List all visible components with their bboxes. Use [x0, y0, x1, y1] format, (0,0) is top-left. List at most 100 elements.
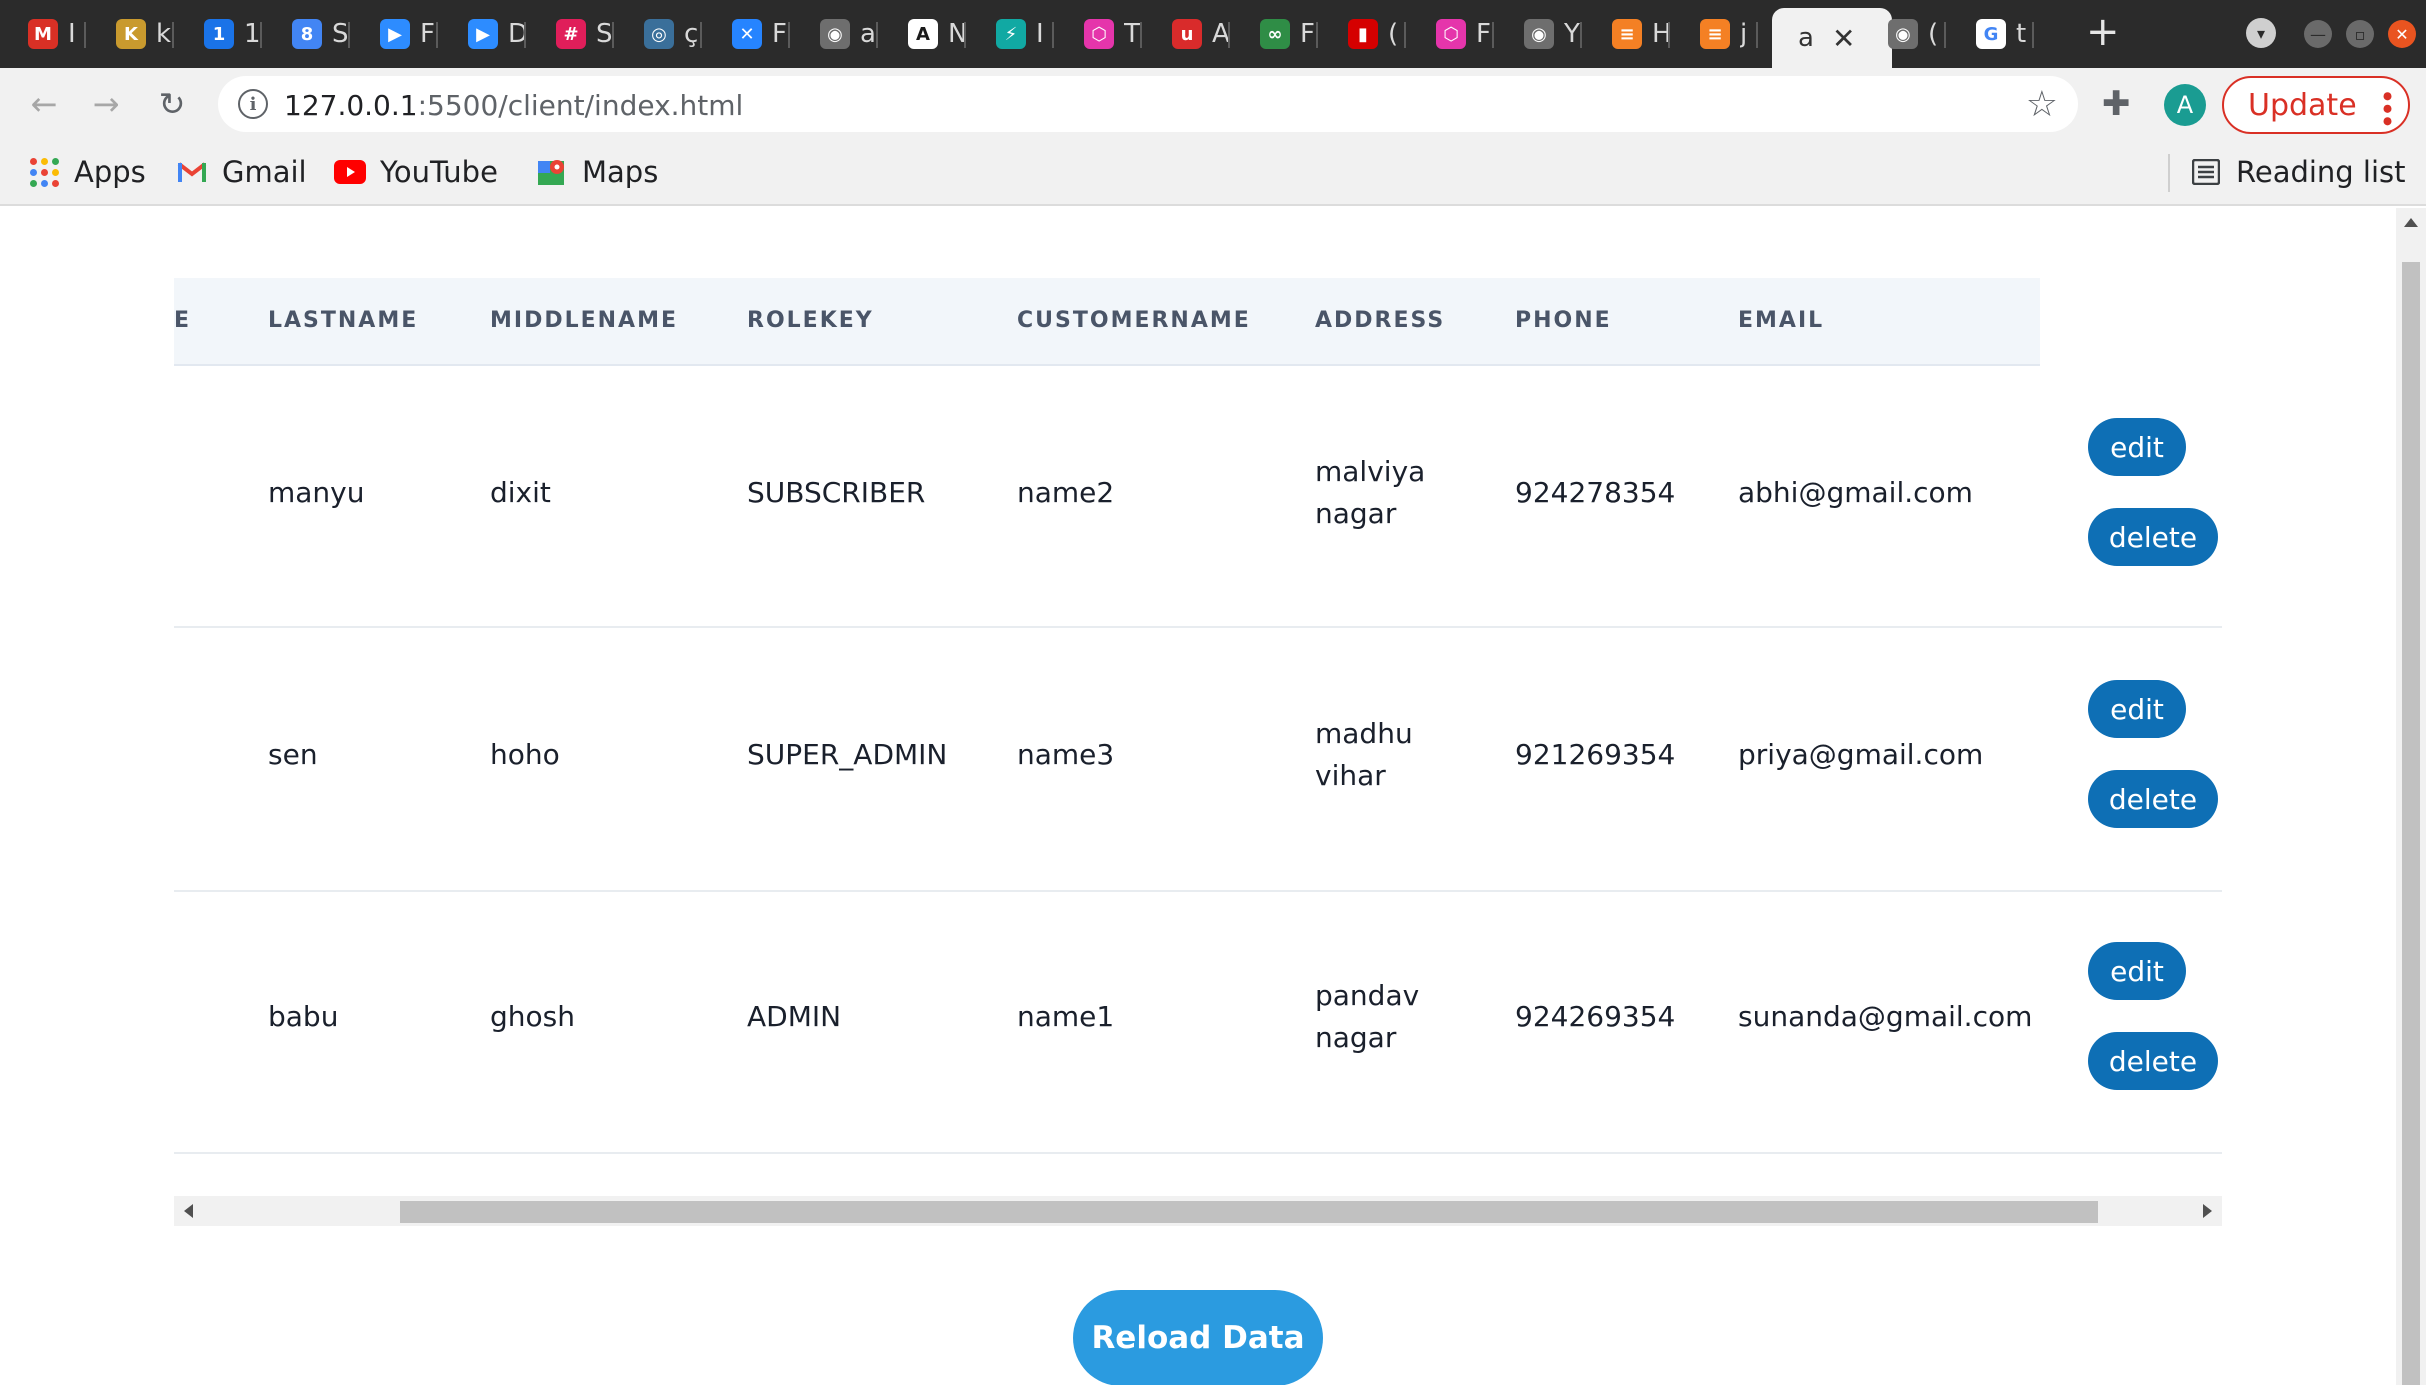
tab-separator	[84, 22, 86, 48]
tab-separator	[1228, 22, 1230, 48]
bookmark-youtube[interactable]: YouTube	[334, 150, 498, 194]
browser-tab[interactable]: ▶ F	[380, 10, 438, 58]
reading-list-label: Reading list	[2236, 155, 2406, 189]
tab-separator	[1404, 22, 1406, 48]
edit-button[interactable]: edit	[2088, 418, 2186, 476]
table-row: babu ghosh ADMIN name1 pandav nagar 9242…	[174, 892, 2222, 1154]
tab-separator	[1944, 22, 1946, 48]
header-middlename: MIDDLENAME	[490, 308, 679, 333]
cell-email: sunanda@gmail.com	[1738, 1000, 2033, 1033]
browser-tab[interactable]: ◉ a	[820, 10, 878, 58]
browser-tab[interactable]: ∞ F	[1260, 10, 1318, 58]
vertical-scroll-thumb[interactable]	[2402, 262, 2420, 1385]
browser-tab[interactable]: 8S	[292, 10, 350, 58]
tab-separator	[1580, 22, 1582, 48]
bookmark-gmail[interactable]: Gmail	[176, 150, 307, 194]
url-host: 127.0.0.1	[284, 89, 418, 122]
new-tab-plus-icon[interactable]: +	[2086, 12, 2120, 52]
gmail-icon	[176, 156, 208, 188]
tab-title: I	[1036, 19, 1044, 49]
bookmark-apps[interactable]: Apps	[28, 150, 146, 194]
minimize-icon[interactable]: —	[2304, 20, 2332, 48]
stackoverflow-icon: ≡	[1612, 19, 1642, 49]
delete-button[interactable]: delete	[2088, 508, 2218, 566]
tab-separator	[1316, 22, 1318, 48]
cell-email: priya@gmail.com	[1738, 738, 1984, 771]
browser-tab[interactable]: ✕ F	[732, 10, 790, 58]
tab-title: S	[596, 19, 612, 49]
tab-separator	[1140, 22, 1142, 48]
xplane-icon: ✕	[732, 19, 762, 49]
vertical-scrollbar[interactable]	[2396, 208, 2426, 1385]
reading-list-button[interactable]: Reading list	[2190, 150, 2406, 194]
profile-avatar[interactable]: A	[2164, 84, 2206, 126]
delete-button[interactable]: delete	[2088, 1032, 2218, 1090]
cell-phone: 924269354	[1515, 1000, 1676, 1033]
stackoverflow-icon: ≡	[1700, 19, 1730, 49]
cell-customername: name3	[1017, 738, 1115, 771]
tab-separator	[612, 22, 614, 48]
horizontal-scroll-thumb[interactable]	[400, 1201, 2098, 1223]
browser-tab[interactable]: # S	[556, 10, 614, 58]
reload-data-button[interactable]: Reload Data	[1073, 1290, 1323, 1385]
cell-middlename: dixit	[490, 476, 551, 509]
scroll-left-arrow-icon[interactable]	[184, 1204, 193, 1218]
tab-title: A	[1212, 19, 1228, 49]
browser-tab[interactable]: ≡ j	[1700, 10, 1758, 58]
forward-icon[interactable]: →	[84, 82, 128, 126]
scroll-right-arrow-icon[interactable]	[2203, 1204, 2212, 1218]
bookmark-youtube-label: YouTube	[380, 155, 498, 189]
browser-tab[interactable]: ◉(	[1888, 10, 1946, 58]
table-row: sen hoho SUPER_ADMIN name3 madhu vihar 9…	[174, 630, 2222, 892]
browser-tab[interactable]: ◉ Y	[1524, 10, 1582, 58]
browser-tab[interactable]: Gt	[1976, 10, 2034, 58]
maximize-icon[interactable]: ▫	[2346, 20, 2374, 48]
scroll-up-arrow-icon[interactable]	[2404, 218, 2418, 227]
gfg-icon: ∞	[1260, 19, 1290, 49]
angular-icon: A	[908, 19, 938, 49]
url-text[interactable]: 127.0.0.1:5500/client/index.html	[284, 89, 743, 122]
browser-tab[interactable]: a ✕	[1772, 8, 1892, 68]
browser-tab[interactable]: 11	[204, 10, 262, 58]
horizontal-scrollbar[interactable]	[174, 1196, 2222, 1226]
browser-tab[interactable]: ◎ ç	[644, 10, 702, 58]
browser-tab[interactable]: AN	[908, 10, 966, 58]
tab-close-icon[interactable]: ✕	[1832, 22, 1855, 55]
browser-tab[interactable]: ▶ D	[468, 10, 526, 58]
extensions-puzzle-icon[interactable]: ✚	[2102, 84, 2131, 124]
tab-separator	[964, 22, 966, 48]
globe-icon: ◎	[644, 19, 674, 49]
slack-icon: #	[556, 19, 586, 49]
tab-title: I	[68, 19, 76, 49]
cell-phone: 924278354	[1515, 476, 1676, 509]
cell-lastname: manyu	[268, 476, 365, 509]
browser-tab[interactable]: ⬡ F	[1436, 10, 1494, 58]
tab-title: F	[420, 19, 435, 49]
browser-tab[interactable]: ≡ H	[1612, 10, 1670, 58]
site-info-icon[interactable]: i	[238, 89, 268, 119]
cell-email: abhi@gmail.com	[1738, 476, 1973, 509]
edit-button[interactable]: edit	[2088, 942, 2186, 1000]
browser-tab[interactable]: ▮(	[1348, 10, 1406, 58]
bolt-icon: ⚡	[996, 19, 1026, 49]
bookmark-maps[interactable]: Maps	[536, 150, 658, 194]
edit-button[interactable]: edit	[2088, 680, 2186, 738]
back-icon[interactable]: ←	[22, 82, 66, 126]
browser-tab[interactable]: uA	[1172, 10, 1230, 58]
window-close-icon[interactable]: ✕	[2388, 20, 2416, 48]
tab-title: a	[1798, 23, 1814, 53]
address-bar[interactable]: i 127.0.0.1:5500/client/index.html ☆	[218, 76, 2078, 132]
delete-button[interactable]: delete	[2088, 770, 2218, 828]
browser-tab[interactable]: ⚡ I	[996, 10, 1054, 58]
reload-icon[interactable]: ↻	[150, 82, 194, 126]
bookmark-star-icon[interactable]: ☆	[2026, 84, 2058, 125]
github-icon: ◉	[1524, 19, 1554, 49]
page-content: E LASTNAME MIDDLENAME ROLEKEY CUSTOMERNA…	[0, 208, 2396, 1385]
update-button[interactable]: Update •••	[2222, 76, 2410, 134]
tab-search-chevron-icon[interactable]: ▾	[2246, 18, 2276, 48]
browser-tab[interactable]: ⬡ T	[1084, 10, 1142, 58]
cell-customername: name2	[1017, 476, 1115, 509]
browser-tab[interactable]: Kk	[116, 10, 174, 58]
header-customername: CUSTOMERNAME	[1017, 308, 1251, 333]
browser-tab[interactable]: MI	[28, 10, 86, 58]
